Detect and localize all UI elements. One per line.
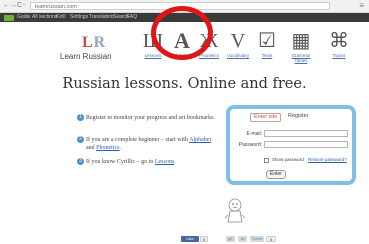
info-item-3-text: If you know Cyrillic – go to [86, 159, 154, 165]
info-item-cyrillic: 3 If you know Cyrillic – go to Lessons. [77, 158, 221, 166]
tweet-count: 0 [266, 236, 276, 242]
password-label: Password: [238, 142, 262, 148]
lessons-link[interactable]: Lessons [155, 159, 174, 165]
nav-grammar-tables[interactable]: ▦ Grammar Tables [286, 30, 316, 63]
topbar-item-guide[interactable]: Guide [17, 14, 30, 21]
google-plus-icon[interactable]: g+ [226, 236, 235, 242]
nav-topics-label: Topics [332, 53, 346, 58]
tweet-button[interactable]: Tweet [250, 236, 264, 242]
tab-enter-site[interactable]: Enter site [250, 113, 282, 122]
email-label: E-mail: [246, 131, 262, 137]
site-logo[interactable]: LR [82, 34, 106, 52]
vk-icon[interactable]: vk [238, 236, 247, 242]
info-item-register: 1 Register to monitor your progress and … [77, 114, 221, 122]
menu-icon[interactable]: ≡ [359, 1, 364, 10]
topbar-item-settings[interactable]: Settings [70, 14, 88, 21]
info-item-1-text: Register to monitor your progress and se… [86, 115, 215, 121]
nav-tests-label: Tests [261, 53, 273, 58]
topbar-item-translation[interactable]: Translation [89, 14, 114, 21]
step-3-icon: 3 [77, 158, 84, 165]
tab-register[interactable]: Register [288, 113, 308, 120]
step-2-icon: 2 [77, 136, 84, 143]
topbar-logo-icon[interactable] [4, 14, 14, 21]
email-field[interactable] [264, 130, 348, 137]
nav-vocabulary-label: Vocabulary [226, 53, 250, 58]
tests-icon: ☑ [258, 30, 276, 52]
info-item-2-text: If you are a complete beginner – start w… [86, 137, 188, 143]
facebook-like-button[interactable]: Like [181, 236, 199, 242]
topbar-item-kirill[interactable]: Kirill [56, 14, 65, 21]
facebook-like-count: 0 [200, 236, 208, 242]
login-panel: Enter site Register E-mail: Password: Sh… [226, 105, 356, 185]
forward-arrow-icon[interactable]: → [10, 2, 17, 10]
vocabulary-icon: V [230, 30, 246, 52]
nav-vocabulary[interactable]: V Vocabulary [223, 30, 253, 58]
logo-letter-r: R [93, 34, 107, 51]
phonetics-link[interactable]: Phonetics [96, 145, 119, 151]
site-name: Learn Russian [60, 52, 112, 61]
nav-tests[interactable]: ☑ Tests [252, 30, 282, 58]
topics-icon: ⌘ [329, 30, 349, 52]
restore-password-link[interactable]: Restore password? [308, 157, 347, 162]
info-item-2-and: and [86, 145, 95, 151]
info-item-beginner: 2 If you are a complete beginner – start… [77, 136, 221, 152]
highlight-circle [151, 6, 213, 60]
topbar-item-all-sections[interactable]: All sections [32, 14, 57, 21]
logo-letter-l: L [82, 34, 94, 51]
step-1-icon: 1 [77, 114, 84, 121]
alphabet-link[interactable]: Alphabet [189, 137, 211, 143]
page-headline: Russian lessons. Online and free. [62, 76, 307, 92]
show-password-label: Show password [272, 157, 304, 162]
mascot-illustration [224, 198, 246, 223]
nav-topics[interactable]: ⌘ Topics [324, 30, 354, 58]
password-field[interactable] [264, 141, 348, 148]
page-icon: ▫ [23, 2, 26, 8]
back-arrow-icon[interactable]: ← [3, 2, 10, 10]
topbar-item-faq[interactable]: FAQ [127, 14, 137, 21]
reload-icon[interactable]: C [17, 2, 22, 10]
enter-button[interactable]: Enter [266, 170, 286, 179]
nav-grammar-tables-label: Grammar Tables [291, 53, 311, 63]
show-password-checkbox[interactable] [264, 158, 269, 163]
grammar-tables-icon: ▦ [291, 30, 311, 52]
